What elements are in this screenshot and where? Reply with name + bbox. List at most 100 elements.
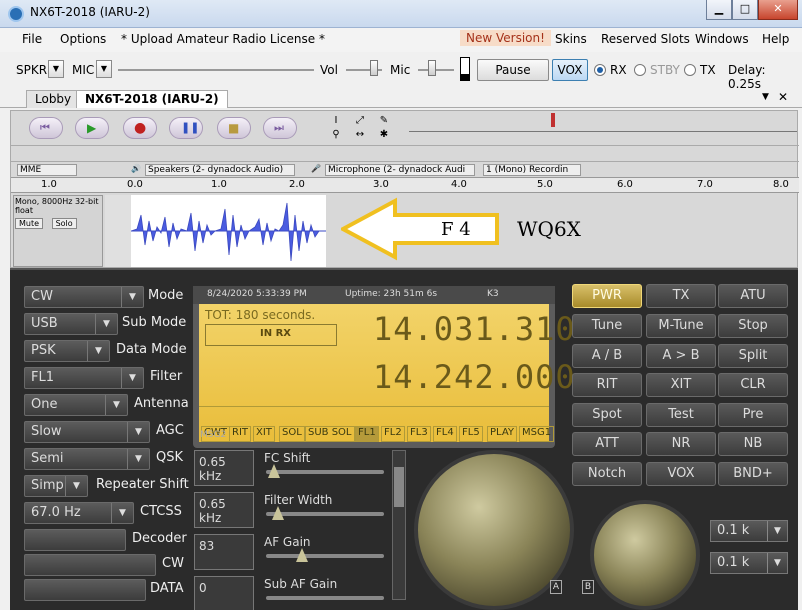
data-mode-select[interactable]: PSK ▼	[24, 340, 110, 362]
notch-button[interactable]: Notch	[572, 462, 642, 486]
tab-close-icon[interactable]: ✕	[778, 90, 788, 104]
sub-af-gain-slider[interactable]	[266, 596, 384, 600]
qsk-select[interactable]: Semi ▼	[24, 448, 150, 470]
pre-button[interactable]: Pre	[718, 403, 788, 427]
tab-station[interactable]: NX6T-2018 (IARU-2)	[76, 90, 228, 108]
knob-a-label[interactable]: A	[550, 580, 562, 594]
lcd-key-fl2[interactable]: FL2	[381, 426, 405, 442]
lcd-key-rit[interactable]: RIT	[229, 426, 252, 442]
timeline-ruler[interactable]: 1.0 0.0 1.0 2.0 3.0 4.0 5.0 6.0 7.0 8.0	[11, 177, 799, 193]
vox-panel-button[interactable]: VOX	[646, 462, 716, 486]
menu-windows[interactable]: Windows	[695, 32, 749, 46]
atu-button[interactable]: ATU	[718, 284, 788, 308]
lcd-key-sub-sol[interactable]: SUB SOL	[305, 426, 355, 442]
solo-button[interactable]: Solo	[51, 218, 77, 229]
lcd-key-msg2[interactable]: MSG2	[200, 430, 226, 440]
test-button[interactable]: Test	[646, 403, 716, 427]
lcd-key-fl1[interactable]: FL1	[355, 426, 379, 442]
filter-width-slider[interactable]	[266, 512, 384, 516]
repeater-shift-select[interactable]: Simp ▼	[24, 475, 88, 497]
nb-button[interactable]: NB	[718, 432, 788, 456]
af-gain-slider[interactable]	[266, 554, 384, 558]
antenna-select[interactable]: One ▼	[24, 394, 128, 416]
envelope-tool-icon[interactable]: ⤢	[351, 115, 369, 129]
tab-list-icon[interactable]: ▼	[762, 92, 769, 102]
a-to-b-button[interactable]: A > B	[646, 344, 716, 368]
spkr-dropdown[interactable]: ▼	[48, 60, 64, 78]
zoom-tool-icon[interactable]: ⚲	[327, 129, 345, 143]
lcd-key-xit[interactable]: XIT	[253, 426, 275, 442]
output-device-select[interactable]: Speakers (2- dynadock Audio)	[145, 164, 295, 176]
a-b-swap-button[interactable]: A / B	[572, 344, 642, 368]
knob-b-label[interactable]: B	[582, 580, 594, 594]
track-info[interactable]: Mono, 8000Hz 32-bit float Mute Solo	[13, 195, 103, 267]
step-b-select[interactable]: 0.1 k ▼	[710, 552, 788, 574]
cw-decoder-field[interactable]	[24, 554, 156, 576]
pause-transport-button[interactable]: ❚❚	[169, 117, 203, 139]
att-button[interactable]: ATT	[572, 432, 642, 456]
menu-file[interactable]: File	[22, 32, 42, 46]
stby-radio[interactable]	[634, 64, 646, 76]
tab-lobby[interactable]: Lobby	[26, 90, 81, 108]
tune-button[interactable]: Tune	[572, 314, 642, 338]
agc-select[interactable]: Slow ▼	[24, 421, 150, 443]
sub-tuning-knob[interactable]	[590, 500, 700, 610]
maximize-button[interactable]: □	[732, 0, 758, 20]
clr-button[interactable]: CLR	[718, 373, 788, 397]
menu-options[interactable]: Options	[60, 32, 106, 46]
select-tool-icon[interactable]: I	[327, 115, 345, 129]
mic-slider-track[interactable]	[418, 69, 454, 71]
record-button[interactable]: ●	[123, 117, 157, 139]
data-decoder-field[interactable]	[24, 579, 146, 601]
af-gain-value[interactable]: 83	[194, 534, 254, 570]
mode-select[interactable]: CW ▼	[24, 286, 144, 308]
main-volume-track[interactable]	[118, 69, 314, 71]
menu-reserved-slots[interactable]: Reserved Slots	[601, 32, 690, 46]
timeshift-tool-icon[interactable]: ↔	[351, 129, 369, 143]
vox-button[interactable]: VOX	[552, 59, 588, 81]
ctcss-select[interactable]: 67.0 Hz ▼	[24, 502, 134, 524]
param-scrollbar[interactable]	[392, 450, 406, 600]
stop-tune-button[interactable]: Stop	[718, 314, 788, 338]
mute-button[interactable]: Mute	[15, 218, 44, 229]
lcd-key-fl3[interactable]: FL3	[407, 426, 431, 442]
minimize-button[interactable]: ▁	[706, 0, 732, 20]
channels-select[interactable]: 1 (Mono) Recordin	[483, 164, 581, 176]
multi-tool-icon[interactable]: ✱	[375, 129, 393, 143]
lcd-key-fl5[interactable]: FL5	[459, 426, 483, 442]
skip-start-button[interactable]: ⏮	[29, 117, 63, 139]
spot-button[interactable]: Spot	[572, 403, 642, 427]
step-a-select[interactable]: 0.1 k ▼	[710, 520, 788, 542]
filter-width-value[interactable]: 0.65 kHz	[194, 492, 254, 528]
lcd-key-play[interactable]: PLAY	[487, 426, 518, 442]
decoder-field[interactable]	[24, 529, 126, 551]
nr-button[interactable]: NR	[646, 432, 716, 456]
xit-button[interactable]: XIT	[646, 373, 716, 397]
pause-button[interactable]: Pause	[477, 59, 549, 81]
vol-slider-thumb[interactable]	[370, 60, 378, 76]
host-select[interactable]: MME	[17, 164, 77, 176]
pwr-button[interactable]: PWR	[572, 284, 642, 308]
rit-button[interactable]: RIT	[572, 373, 642, 397]
tx-button[interactable]: TX	[646, 284, 716, 308]
skip-end-button[interactable]: ⏭	[263, 117, 297, 139]
vfo-a-frequency[interactable]: 14.031.310	[373, 310, 576, 348]
menu-upload-license[interactable]: * Upload Amateur Radio License *	[121, 32, 325, 46]
mic-dropdown[interactable]: ▼	[96, 60, 112, 78]
scrollbar-thumb[interactable]	[394, 467, 404, 507]
menu-new-version[interactable]: New Version!	[460, 30, 551, 46]
lcd-key-sol[interactable]: SOL	[279, 426, 305, 442]
filter-select[interactable]: FL1 ▼	[24, 367, 144, 389]
draw-tool-icon[interactable]: ✎	[375, 115, 393, 129]
menu-help[interactable]: Help	[762, 32, 789, 46]
split-button[interactable]: Split	[718, 344, 788, 368]
menu-skins[interactable]: Skins	[555, 32, 587, 46]
tx-radio[interactable]	[684, 64, 696, 76]
waveform[interactable]	[131, 195, 326, 267]
vfo-b-frequency[interactable]: 14.242.000	[373, 358, 576, 396]
band-up-button[interactable]: BND+	[718, 462, 788, 486]
play-button[interactable]: ▶	[75, 117, 109, 139]
lcd-key-msg1[interactable]: MSG1	[519, 426, 555, 442]
close-button[interactable]: ✕	[758, 0, 798, 20]
fc-shift-slider[interactable]	[266, 470, 384, 474]
